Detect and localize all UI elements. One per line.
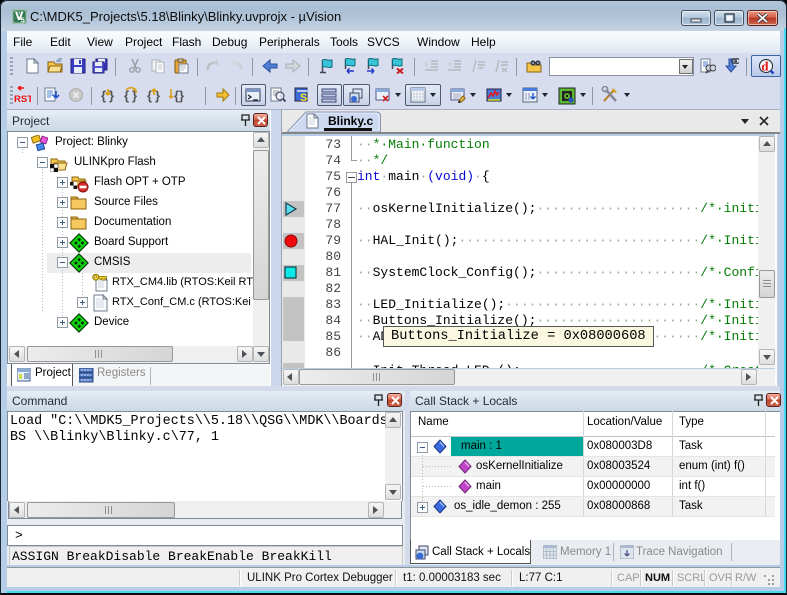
svg-text:{: { (147, 88, 152, 103)
svg-text:}: } (109, 88, 114, 103)
svg-text:{}: {} (174, 88, 184, 103)
svg-text:RST: RST (14, 94, 31, 104)
svg-text:d: d (761, 59, 769, 74)
svg-text:S: S (300, 92, 307, 103)
svg-text:5: 5 (21, 16, 25, 24)
svg-text:{: { (101, 88, 106, 103)
